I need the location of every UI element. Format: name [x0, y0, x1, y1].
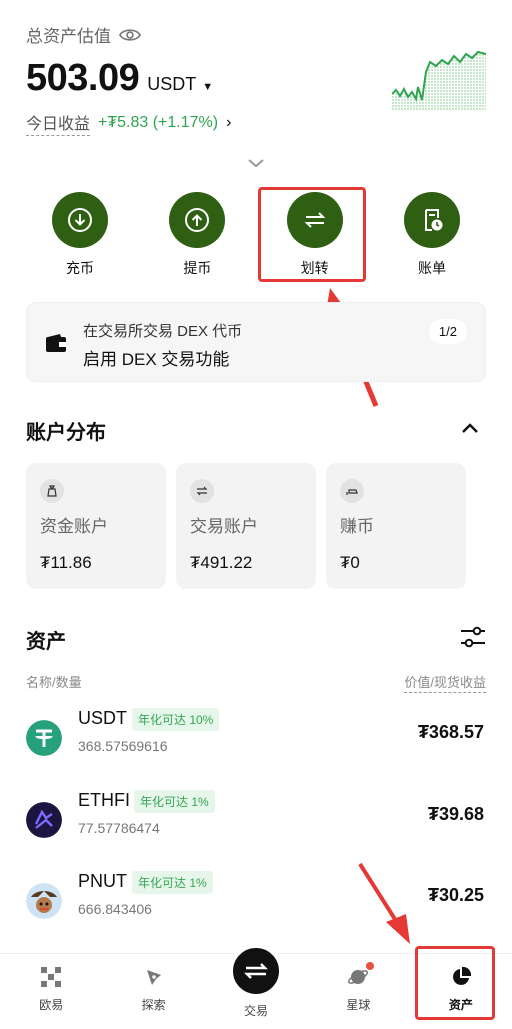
transfer-label: 划转: [300, 260, 329, 276]
deposit-label: 充币: [66, 260, 94, 276]
transfer-button[interactable]: 划转: [285, 192, 345, 278]
chevron-up-icon[interactable]: [460, 421, 480, 435]
nav-label: 交易: [244, 1004, 269, 1018]
bottom-navigation: 欧易 探索 交易 星球 资产: [0, 944, 512, 1029]
transfer-icon: [304, 212, 326, 228]
bill-button[interactable]: 账单: [402, 192, 462, 278]
apy-badge[interactable]: 年化可达 1%: [134, 790, 215, 813]
assets-title: 资产: [26, 631, 66, 653]
nav-item-explore[interactable]: 探索: [102, 954, 204, 1029]
banner-title: 启用 DEX 交易功能: [83, 350, 230, 369]
filter-sliders-icon[interactable]: [460, 626, 486, 648]
coin-symbol: ETHFI: [78, 790, 130, 810]
eye-icon[interactable]: [119, 27, 141, 43]
card-value: ₮11.86: [40, 553, 92, 572]
caret-down-icon[interactable]: ▼: [202, 81, 213, 93]
coin-amount: 368.57569616: [78, 738, 168, 754]
account-cards: 资金账户 ₮11.86 交易账户 ₮491.22 赚币 ₮0: [26, 463, 466, 589]
asset-row-pnut[interactable]: PNUT 年化可达 1% 666.843406 ₮30.25: [26, 869, 486, 931]
funding-account-card[interactable]: 资金账户 ₮11.86: [26, 463, 166, 589]
compass-icon: [146, 970, 161, 985]
apy-badge[interactable]: 年化可达 10%: [132, 708, 220, 731]
today-pnl-row[interactable]: 今日收益 +₮5.83 (+1.17%) ›: [26, 110, 486, 136]
earn-card[interactable]: 赚币 ₮0: [326, 463, 466, 589]
okx-logo-icon: [41, 967, 62, 987]
coin-value: ₮39.68: [427, 804, 484, 824]
card-value: ₮0: [340, 553, 360, 572]
column-header-value[interactable]: 价值/现货收益: [404, 672, 486, 693]
coin-value: ₮368.57: [417, 722, 484, 742]
today-pnl-value: +₮5.83 (+1.17%): [98, 114, 219, 131]
usdt-icon: [26, 720, 62, 756]
trading-account-card[interactable]: 交易账户 ₮491.22: [176, 463, 316, 589]
notification-dot: [366, 962, 375, 970]
trade-icon: [244, 963, 268, 979]
nav-item-planet[interactable]: 星球: [307, 954, 409, 1029]
today-pnl-label: 今日收益: [26, 110, 91, 136]
coin-symbol: USDT: [78, 708, 127, 728]
withdraw-icon: [185, 208, 210, 232]
withdraw-button[interactable]: 提币: [167, 192, 227, 278]
distribution-title: 账户分布: [26, 422, 106, 444]
banner-subtitle: 在交易所交易 DEX 代币: [83, 323, 243, 340]
quick-actions: 充币 提币 划转 账单: [26, 192, 486, 278]
bill-label: 账单: [417, 260, 446, 276]
coin-symbol: PNUT: [78, 871, 127, 891]
wallet-icon: [46, 334, 66, 352]
withdraw-label: 提币: [183, 260, 212, 276]
coin-amount: 666.843406: [78, 901, 152, 917]
bill-icon: [424, 209, 443, 231]
nav-item-assets[interactable]: 资产: [410, 954, 512, 1029]
chevron-down-icon[interactable]: [246, 156, 266, 170]
card-name: 赚币: [340, 517, 374, 536]
dex-promo-banner[interactable]: 在交易所交易 DEX 代币 启用 DEX 交易功能 1/2: [26, 302, 486, 382]
card-name: 资金账户: [40, 517, 108, 536]
coin-amount: 77.57786474: [78, 820, 160, 836]
pie-chart-icon: [452, 966, 471, 985]
swap-icon: [190, 479, 214, 503]
deposit-icon: [68, 208, 92, 232]
planet-icon: [348, 970, 369, 984]
total-balance: 503.09: [26, 57, 140, 99]
currency-selector[interactable]: USDT: [147, 74, 196, 95]
nav-label: 星球: [346, 998, 371, 1012]
card-value: ₮491.22: [190, 553, 253, 572]
deposit-button[interactable]: 充币: [50, 192, 110, 278]
nav-label: 欧易: [39, 998, 64, 1012]
nav-item-trade[interactable]: 交易: [205, 944, 307, 1029]
nav-label: 资产: [448, 998, 473, 1012]
chevron-right-icon: ›: [226, 114, 232, 131]
asset-row-ethfi[interactable]: ETHFI 年化可达 1% 77.57786474 ₮39.68: [26, 788, 486, 850]
nav-label: 探索: [141, 998, 166, 1012]
banner-pager: 1/2: [428, 319, 467, 344]
asset-row-usdt[interactable]: USDT 年化可达 10% 368.57569616 ₮368.57: [26, 706, 486, 768]
total-assets-label: 总资产估值: [26, 27, 111, 46]
balance-sparkline[interactable]: [392, 42, 486, 110]
coin-value: ₮30.25: [427, 885, 484, 905]
pnut-icon: [26, 883, 62, 919]
card-name: 交易账户: [190, 517, 258, 536]
ethfi-icon: [26, 802, 62, 838]
nav-item-okx[interactable]: 欧易: [0, 954, 102, 1029]
column-header-name: 名称/数量: [26, 675, 82, 690]
money-bag-icon: [40, 479, 64, 503]
apy-badge[interactable]: 年化可达 1%: [132, 871, 213, 894]
earn-icon: [340, 479, 364, 503]
